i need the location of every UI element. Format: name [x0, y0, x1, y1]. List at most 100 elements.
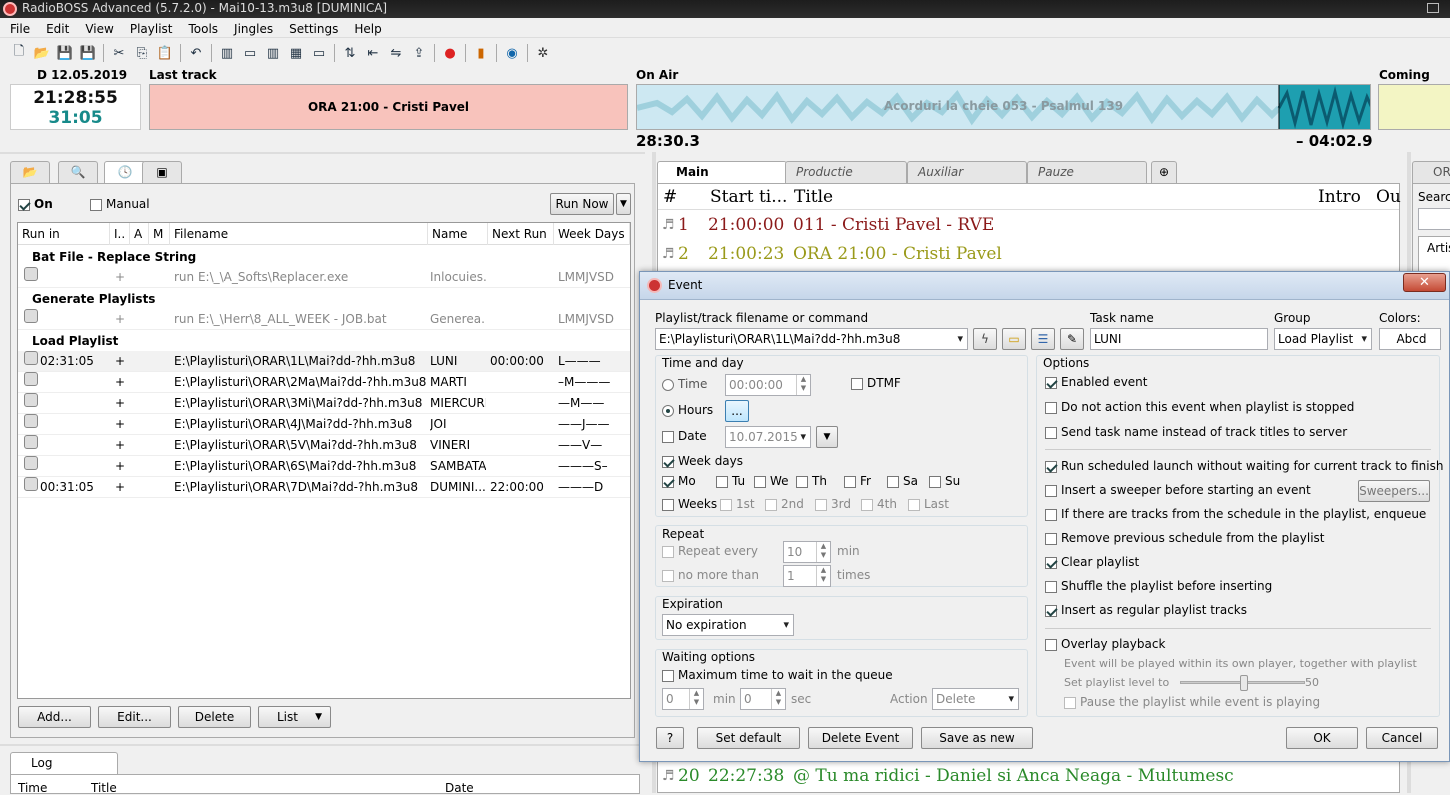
group-select[interactable]: Load Playlist: [1274, 328, 1372, 350]
week-checkbox[interactable]: [765, 498, 777, 511]
pl-col-start[interactable]: Start ti...: [710, 184, 787, 210]
list-button[interactable]: List ▼: [258, 706, 331, 728]
col-week-days[interactable]: Week Days: [554, 223, 630, 245]
edit-icon[interactable]: ✎: [1060, 328, 1084, 350]
save-as-new-button[interactable]: Save as new: [921, 727, 1033, 749]
option-checkbox[interactable]: [1045, 508, 1057, 521]
chart-icon[interactable]: ▮: [472, 44, 490, 62]
playlist-row[interactable]: ♬ 1 21:00:00 011 - Cristi Pavel - RVE: [658, 211, 1398, 240]
pl-col-intro[interactable]: Intro: [1318, 184, 1361, 210]
col-next-run[interactable]: Next Run: [488, 223, 554, 245]
playlist-icon[interactable]: ☰: [1031, 328, 1055, 350]
layout-1-icon[interactable]: ▥: [218, 44, 236, 62]
week-toggle-4th[interactable]: 4th: [861, 497, 897, 511]
option-checkbox[interactable]: [1045, 460, 1057, 473]
day-toggle-fr[interactable]: Fr: [844, 474, 871, 488]
globe-icon[interactable]: ◉: [503, 44, 521, 62]
scheduler-on-toggle[interactable]: On: [18, 197, 53, 211]
col-a[interactable]: A: [130, 223, 149, 245]
pl-col-outro[interactable]: Ou: [1376, 184, 1401, 210]
schedule-row[interactable]: + run E:\_\A_Softs\Replacer.exe Inlocuies.…: [18, 267, 630, 288]
wait-sec-input[interactable]: 0 ▲ ▼: [740, 688, 786, 710]
schedule-row[interactable]: 00:31:05 + E:\Playlisturi\ORAR\7D\Mai?dd-?…: [18, 477, 630, 498]
open-folder-icon[interactable]: 📂: [33, 44, 51, 62]
col-filename[interactable]: Filename: [170, 223, 428, 245]
option-toggle[interactable]: Run scheduled launch without waiting for…: [1045, 459, 1443, 473]
date-input[interactable]: 10.07.2015: [725, 426, 811, 448]
option-toggle[interactable]: Insert a sweeper before starting an even…: [1045, 483, 1311, 497]
weeks-checkbox[interactable]: [662, 498, 674, 511]
menu-file[interactable]: File: [0, 19, 36, 38]
repeat-spinner[interactable]: ▲ ▼: [816, 542, 830, 562]
slider-thumb[interactable]: [1239, 675, 1248, 691]
option-checkbox[interactable]: [1045, 401, 1057, 414]
week-checkbox[interactable]: [861, 498, 873, 511]
time-spinner[interactable]: ▲ ▼: [796, 375, 810, 395]
day-toggle-su[interactable]: Su: [929, 474, 960, 488]
schedule-row[interactable]: + run E:\_\Herr\8_ALL_WEEK - JOB.bat Gener…: [18, 309, 630, 330]
browse-folder-icon[interactable]: ▭: [1002, 328, 1026, 350]
schedule-row[interactable]: + E:\Playlisturi\ORAR\3Mi\Mai?dd-?hh.m3u8…: [18, 393, 630, 414]
times-spinner[interactable]: ▲ ▼: [816, 566, 830, 586]
schedule-row[interactable]: + E:\Playlisturi\ORAR\6S\Mai?dd-?hh.m3u8 S…: [18, 456, 630, 477]
repeat-every-toggle[interactable]: Repeat every: [662, 544, 758, 558]
library-search-input[interactable]: [1418, 208, 1450, 230]
tab-cart[interactable]: ▣: [142, 161, 182, 183]
col-run-in[interactable]: Run in: [18, 223, 110, 245]
tab-search[interactable]: 🔍: [58, 161, 98, 183]
action-select[interactable]: Delete: [932, 688, 1019, 710]
no-more-than-checkbox[interactable]: [662, 569, 674, 582]
save-icon[interactable]: 💾: [56, 44, 74, 62]
dtmf-checkbox[interactable]: [851, 377, 863, 390]
save-as-icon[interactable]: 💾: [79, 44, 97, 62]
day-checkbox[interactable]: [929, 475, 941, 488]
sweepers-button[interactable]: Sweepers...: [1358, 480, 1430, 502]
new-file-icon[interactable]: 🗋: [10, 44, 28, 62]
week-toggle-last[interactable]: Last: [908, 497, 949, 511]
menu-edit[interactable]: Edit: [36, 19, 75, 38]
playlist-row[interactable]: ♬ 2 21:00:23 ORA 21:00 - Cristi Pavel: [658, 240, 1398, 269]
maximize-icon[interactable]: [1427, 3, 1439, 13]
playlist-level-slider[interactable]: [1180, 675, 1305, 691]
command-icon[interactable]: ϟ: [973, 328, 997, 350]
layout-2-icon[interactable]: ▭: [241, 44, 259, 62]
tab-auxiliar[interactable]: Auxiliar: [907, 161, 1027, 183]
settings-icon[interactable]: ✲: [534, 44, 552, 62]
cut-icon[interactable]: ✂: [110, 44, 128, 62]
tab-scheduler[interactable]: 🕓: [104, 161, 146, 184]
hours-radio[interactable]: Hours: [662, 403, 713, 417]
week-toggle-2nd[interactable]: 2nd: [765, 497, 804, 511]
close-button[interactable]: ✕: [1403, 273, 1446, 292]
export-icon[interactable]: ⇪: [410, 44, 428, 62]
delete-button[interactable]: Delete: [178, 706, 251, 728]
tab-pauze[interactable]: Pauze: [1027, 161, 1147, 183]
date-toggle[interactable]: Date: [662, 429, 707, 443]
overlay-toggle[interactable]: Overlay playback: [1045, 637, 1165, 651]
playlist-row[interactable]: ♬ 20 22:27:38 @ Tu ma ridici - Daniel si An…: [658, 762, 1398, 791]
tab-productie[interactable]: Productie: [785, 161, 907, 183]
col-name[interactable]: Name: [428, 223, 488, 245]
option-toggle[interactable]: Insert as regular playlist tracks: [1045, 603, 1247, 617]
manual-toggle[interactable]: Manual: [90, 197, 150, 211]
menu-tools[interactable]: Tools: [178, 19, 224, 38]
day-checkbox[interactable]: [844, 475, 856, 488]
option-toggle[interactable]: Send task name instead of track titles t…: [1045, 425, 1347, 439]
layout-4-icon[interactable]: ▦: [287, 44, 305, 62]
add-tab-icon[interactable]: ⊕: [1151, 161, 1177, 183]
move-up-icon[interactable]: ⇅: [341, 44, 359, 62]
ok-button[interactable]: OK: [1286, 727, 1358, 749]
week-checkbox[interactable]: [720, 498, 732, 511]
day-checkbox[interactable]: [887, 475, 899, 488]
day-checkbox[interactable]: [754, 475, 766, 488]
date-checkbox[interactable]: [662, 430, 674, 443]
task-name-input[interactable]: LUNI: [1090, 328, 1268, 350]
undo-icon[interactable]: ↶: [187, 44, 205, 62]
overlay-checkbox[interactable]: [1045, 638, 1057, 651]
schedule-row[interactable]: + E:\Playlisturi\ORAR\4J\Mai?dd-?hh.m3u8 J…: [18, 414, 630, 435]
pause-playlist-checkbox[interactable]: [1064, 696, 1076, 709]
max-wait-toggle[interactable]: Maximum time to wait in the queue: [662, 668, 893, 682]
option-toggle[interactable]: Do not action this event when playlist i…: [1045, 400, 1354, 414]
copy-icon[interactable]: ⎘: [133, 44, 151, 62]
time-input[interactable]: 00:00:00 ▲ ▼: [725, 374, 811, 396]
cancel-button[interactable]: Cancel: [1366, 727, 1438, 749]
